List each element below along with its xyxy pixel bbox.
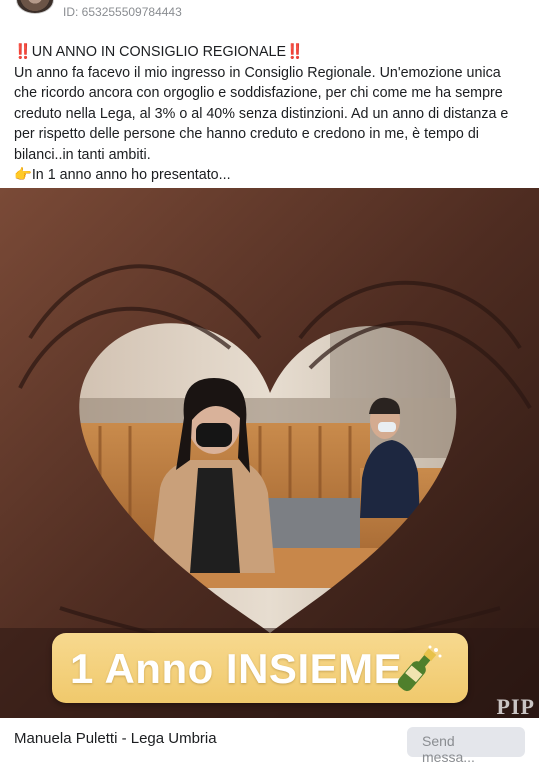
post-text: ‼️UN ANNO IN CONSIGLIO REGIONALE‼️ Un an… xyxy=(14,42,524,186)
post-body: Un anno fa facevo il mio ingresso in Con… xyxy=(14,64,509,163)
post-footer: Manuela Puletti - Lega Umbria Send messa… xyxy=(0,718,539,765)
post-header: ID: 653255509784443 xyxy=(0,0,539,32)
banner-text: 1 Anno INSIEME xyxy=(70,645,403,692)
post-bullet: 👉In 1 anno anno ho presentato... xyxy=(14,165,524,186)
pointing-hand-icon: 👉 xyxy=(14,167,32,183)
page-avatar[interactable] xyxy=(16,0,54,14)
champagne-bottle-icon xyxy=(397,645,442,692)
see-more-text[interactable]: In 1 anno anno ho presentato... xyxy=(32,167,231,183)
ad-id: ID: 653255509784443 xyxy=(63,5,182,19)
page-name[interactable]: Manuela Puletti - Lega Umbria xyxy=(14,730,217,747)
watermark: PIP xyxy=(496,694,535,719)
post-title: ‼️UN ANNO IN CONSIGLIO REGIONALE‼️ xyxy=(14,44,304,60)
send-message-button[interactable]: Send messa... xyxy=(407,727,525,765)
